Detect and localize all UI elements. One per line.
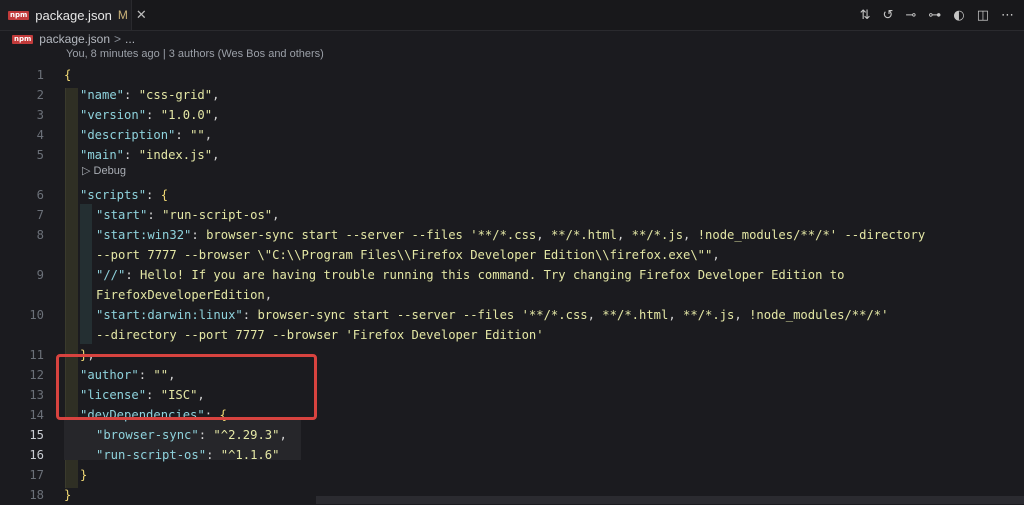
line-number: 1 bbox=[36, 68, 44, 82]
line-number: 2 bbox=[36, 88, 44, 102]
debug-codelens[interactable]: ▷ Debug bbox=[82, 164, 126, 178]
line-number: 15 bbox=[29, 428, 44, 442]
code-line[interactable]: "main": "index.js", bbox=[80, 145, 219, 165]
code-line[interactable]: "version": "1.0.0", bbox=[80, 105, 219, 125]
code-line[interactable]: "start:darwin:linux": browser-sync start… bbox=[96, 305, 888, 325]
more-actions-icon[interactable]: ⋯ bbox=[1001, 8, 1014, 23]
line-number: 9 bbox=[36, 268, 44, 282]
code-line[interactable]: "description": "", bbox=[80, 125, 212, 145]
line-number: 18 bbox=[29, 488, 44, 502]
line-number: 4 bbox=[36, 128, 44, 142]
indent-guide-nested bbox=[80, 204, 92, 344]
code-line[interactable]: "name": "css-grid", bbox=[80, 85, 219, 105]
editor-actions: ⇅ ↺ ⊸ ⊶ ◐ ◫ ⋯ bbox=[860, 0, 1014, 30]
copilot-icon[interactable]: ◐ bbox=[953, 8, 964, 23]
line-number: 6 bbox=[36, 188, 44, 202]
annotation-highlight-box bbox=[56, 354, 317, 420]
npm-icon: npm bbox=[8, 10, 30, 20]
tab-bar: npm package.json M ✕ ⇅ ↺ ⊸ ⊶ ◐ ◫ ⋯ bbox=[0, 0, 1024, 31]
go-forward-icon[interactable]: ⊸ bbox=[905, 8, 916, 23]
code-line[interactable]: FirefoxDeveloperEdition, bbox=[96, 285, 272, 305]
breadcrumb-more[interactable]: ... bbox=[125, 32, 135, 46]
line-number: 16 bbox=[29, 448, 44, 462]
code-line[interactable]: "scripts": { bbox=[80, 185, 168, 205]
breadcrumb-separator: > bbox=[114, 32, 122, 46]
tab-label: package.json bbox=[35, 7, 112, 23]
line-number: 5 bbox=[36, 148, 44, 162]
code-line[interactable]: } bbox=[64, 485, 71, 505]
line-number: 12 bbox=[29, 368, 44, 382]
code-line[interactable]: } bbox=[80, 465, 87, 485]
code-line[interactable]: "start:win32": browser-sync start --serv… bbox=[96, 225, 925, 245]
tab-package-json[interactable]: npm package.json M ✕ bbox=[0, 0, 147, 30]
line-number: 7 bbox=[36, 208, 44, 222]
split-editor-icon[interactable]: ◫ bbox=[977, 8, 989, 23]
breadcrumb-file[interactable]: package.json bbox=[39, 32, 110, 46]
line-number: 13 bbox=[29, 388, 44, 402]
code-line[interactable]: --directory --port 7777 --browser 'Firef… bbox=[96, 325, 544, 345]
horizontal-scrollbar[interactable] bbox=[316, 496, 1024, 504]
close-icon[interactable]: ✕ bbox=[136, 7, 147, 23]
line-number: 3 bbox=[36, 108, 44, 122]
git-blame-lens[interactable]: You, 8 minutes ago | 3 authors (Wes Bos … bbox=[66, 48, 324, 60]
code-line[interactable]: { bbox=[64, 65, 71, 85]
go-back-icon[interactable]: ↺ bbox=[883, 8, 894, 23]
line-number: 10 bbox=[29, 308, 44, 322]
code-line[interactable]: --port 7777 --browser \"C:\\Program File… bbox=[96, 245, 720, 265]
line-number: 17 bbox=[29, 468, 44, 482]
code-line[interactable]: "start": "run-script-os", bbox=[96, 205, 279, 225]
line-number: 8 bbox=[36, 228, 44, 242]
npm-icon: npm bbox=[12, 34, 34, 44]
breadcrumb: npm package.json > ... bbox=[12, 31, 135, 47]
code-line[interactable]: "//": Hello! If you are having trouble r… bbox=[96, 265, 844, 285]
modified-badge: M bbox=[117, 8, 128, 22]
source-control-icon[interactable]: ⇅ bbox=[860, 8, 871, 23]
code-editor[interactable]: 1 {2 "name": "css-grid", 3 "version": "1.0.0… bbox=[0, 64, 1024, 504]
line-number: 11 bbox=[29, 348, 44, 362]
line-number: 14 bbox=[29, 408, 44, 422]
open-changes-icon[interactable]: ⊶ bbox=[928, 8, 941, 23]
code-line[interactable]: "run-script-os": "^1.1.6" bbox=[96, 445, 279, 465]
code-line[interactable]: "browser-sync": "^2.29.3", bbox=[96, 425, 287, 445]
